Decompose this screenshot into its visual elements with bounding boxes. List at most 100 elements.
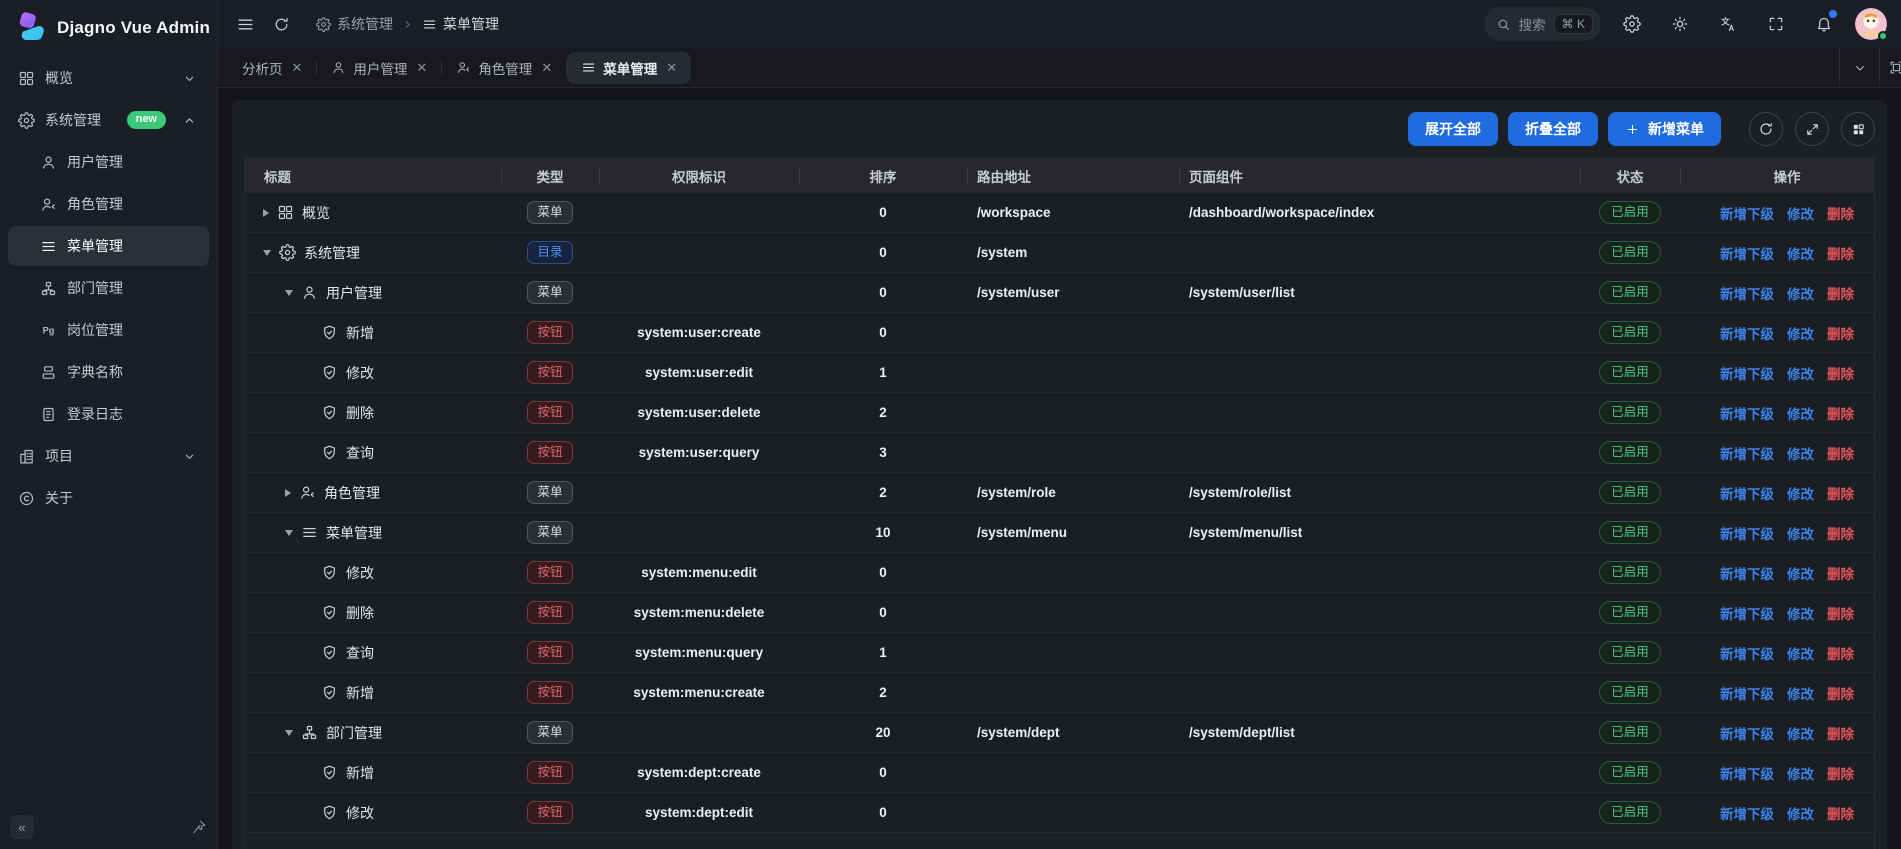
add-child-link[interactable]: 新增下级 [1720, 803, 1774, 823]
logo[interactable]: Djagno Vue Admin [0, 0, 217, 56]
row-permission: system:user:edit [645, 365, 753, 380]
add-child-link[interactable]: 新增下级 [1720, 203, 1774, 223]
refresh-table-button[interactable] [1749, 112, 1783, 146]
tab-analysis[interactable]: 分析页✕ [228, 48, 316, 87]
delete-link[interactable]: 删除 [1827, 603, 1854, 623]
collapse-row-arrow-icon[interactable] [263, 250, 271, 256]
sidebar-item-project[interactable]: 项目 [8, 436, 209, 476]
edit-link[interactable]: 修改 [1787, 283, 1814, 303]
delete-link[interactable]: 删除 [1827, 723, 1854, 743]
collapse-all-button[interactable]: 折叠全部 [1508, 112, 1598, 146]
edit-link[interactable]: 修改 [1787, 443, 1814, 463]
delete-link[interactable]: 删除 [1827, 203, 1854, 223]
breadcrumb-item-menu[interactable]: 菜单管理 [422, 14, 499, 34]
edit-link[interactable]: 修改 [1787, 723, 1814, 743]
delete-link[interactable]: 删除 [1827, 323, 1854, 343]
refresh-icon[interactable] [273, 16, 290, 33]
delete-link[interactable]: 删除 [1827, 403, 1854, 423]
sidebar-item-post[interactable]: Pg岗位管理 [8, 310, 209, 350]
fullscreen-button[interactable] [1759, 7, 1793, 41]
expand-row-arrow-icon[interactable] [263, 209, 269, 217]
delete-link[interactable]: 删除 [1827, 523, 1854, 543]
edit-link[interactable]: 修改 [1787, 203, 1814, 223]
row-permission: system:dept:create [637, 765, 761, 780]
sidebar-item-system[interactable]: 系统管理new [8, 100, 209, 140]
collapse-row-arrow-icon[interactable] [285, 730, 293, 736]
add-child-link[interactable]: 新增下级 [1720, 283, 1774, 303]
row-title: 查询 [346, 643, 374, 663]
collapse-row-arrow-icon[interactable] [285, 290, 293, 296]
edit-link[interactable]: 修改 [1787, 403, 1814, 423]
sidebar-item-log[interactable]: 登录日志 [8, 394, 209, 434]
add-child-link[interactable]: 新增下级 [1720, 523, 1774, 543]
sidebar-item-role[interactable]: 角色管理 [8, 184, 209, 224]
delete-link[interactable]: 删除 [1827, 363, 1854, 383]
add-child-link[interactable]: 新增下级 [1720, 603, 1774, 623]
tab-user[interactable]: 用户管理✕ [317, 48, 441, 87]
add-child-link[interactable]: 新增下级 [1720, 363, 1774, 383]
add-child-link[interactable]: 新增下级 [1720, 563, 1774, 583]
sidebar-item-overview[interactable]: 概览 [8, 58, 209, 98]
expand-row-arrow-icon[interactable] [285, 489, 291, 497]
maximize-content-button[interactable] [1879, 48, 1901, 87]
edit-link[interactable]: 修改 [1787, 523, 1814, 543]
add-child-link[interactable]: 新增下级 [1720, 403, 1774, 423]
expand-all-button[interactable]: 展开全部 [1408, 112, 1498, 146]
edit-link[interactable]: 修改 [1787, 683, 1814, 703]
close-icon[interactable]: ✕ [292, 61, 303, 74]
collapse-row-arrow-icon[interactable] [285, 530, 293, 536]
sidebar-item-user[interactable]: 用户管理 [8, 142, 209, 182]
close-icon[interactable]: ✕ [416, 61, 427, 74]
tab-menu[interactable]: 菜单管理✕ [567, 52, 691, 84]
add-menu-button[interactable]: 新增菜单 [1608, 112, 1721, 146]
edit-link[interactable]: 修改 [1787, 243, 1814, 263]
hamburger-icon[interactable] [236, 15, 255, 34]
edit-link[interactable]: 修改 [1787, 363, 1814, 383]
add-child-link[interactable]: 新增下级 [1720, 483, 1774, 503]
settings-button[interactable] [1615, 7, 1649, 41]
sidebar-item-menu[interactable]: 菜单管理 [8, 226, 209, 266]
search-button[interactable]: 搜索 ⌘ K [1484, 7, 1601, 41]
delete-link[interactable]: 删除 [1827, 283, 1854, 303]
add-child-link[interactable]: 新增下级 [1720, 243, 1774, 263]
tree-arrow-placeholder [307, 609, 313, 617]
add-child-link[interactable]: 新增下级 [1720, 323, 1774, 343]
close-icon[interactable]: ✕ [541, 61, 552, 74]
delete-link[interactable]: 删除 [1827, 683, 1854, 703]
delete-link[interactable]: 删除 [1827, 443, 1854, 463]
delete-link[interactable]: 删除 [1827, 643, 1854, 663]
add-child-link[interactable]: 新增下级 [1720, 683, 1774, 703]
tabs-dropdown-button[interactable] [1839, 48, 1879, 87]
delete-link[interactable]: 删除 [1827, 763, 1854, 783]
edit-link[interactable]: 修改 [1787, 563, 1814, 583]
delete-link[interactable]: 删除 [1827, 483, 1854, 503]
column-settings-button[interactable] [1841, 112, 1875, 146]
edit-link[interactable]: 修改 [1787, 483, 1814, 503]
sidebar-item-about[interactable]: 关于 [8, 478, 209, 518]
delete-link[interactable]: 删除 [1827, 803, 1854, 823]
edit-link[interactable]: 修改 [1787, 323, 1814, 343]
add-child-link[interactable]: 新增下级 [1720, 643, 1774, 663]
delete-link[interactable]: 删除 [1827, 243, 1854, 263]
delete-link[interactable]: 删除 [1827, 563, 1854, 583]
tab-role[interactable]: 角色管理✕ [442, 48, 566, 87]
breadcrumb-item-system[interactable]: 系统管理 [316, 14, 393, 34]
pin-icon[interactable] [191, 819, 207, 835]
notifications-button[interactable] [1807, 7, 1841, 41]
close-icon[interactable]: ✕ [666, 61, 677, 74]
add-child-link[interactable]: 新增下级 [1720, 763, 1774, 783]
theme-toggle-button[interactable] [1663, 7, 1697, 41]
fullscreen-table-button[interactable] [1795, 112, 1829, 146]
edit-link[interactable]: 修改 [1787, 763, 1814, 783]
add-child-link[interactable]: 新增下级 [1720, 723, 1774, 743]
edit-link[interactable]: 修改 [1787, 803, 1814, 823]
sidebar-item-dict[interactable]: 字典名称 [8, 352, 209, 392]
add-child-link[interactable]: 新增下级 [1720, 443, 1774, 463]
language-button[interactable]: 文A [1711, 7, 1745, 41]
sidebar-collapse-button[interactable]: « [10, 815, 34, 839]
row-title: 新增 [346, 763, 374, 783]
edit-link[interactable]: 修改 [1787, 603, 1814, 623]
avatar[interactable] [1855, 8, 1887, 40]
edit-link[interactable]: 修改 [1787, 643, 1814, 663]
sidebar-item-dept[interactable]: 部门管理 [8, 268, 209, 308]
